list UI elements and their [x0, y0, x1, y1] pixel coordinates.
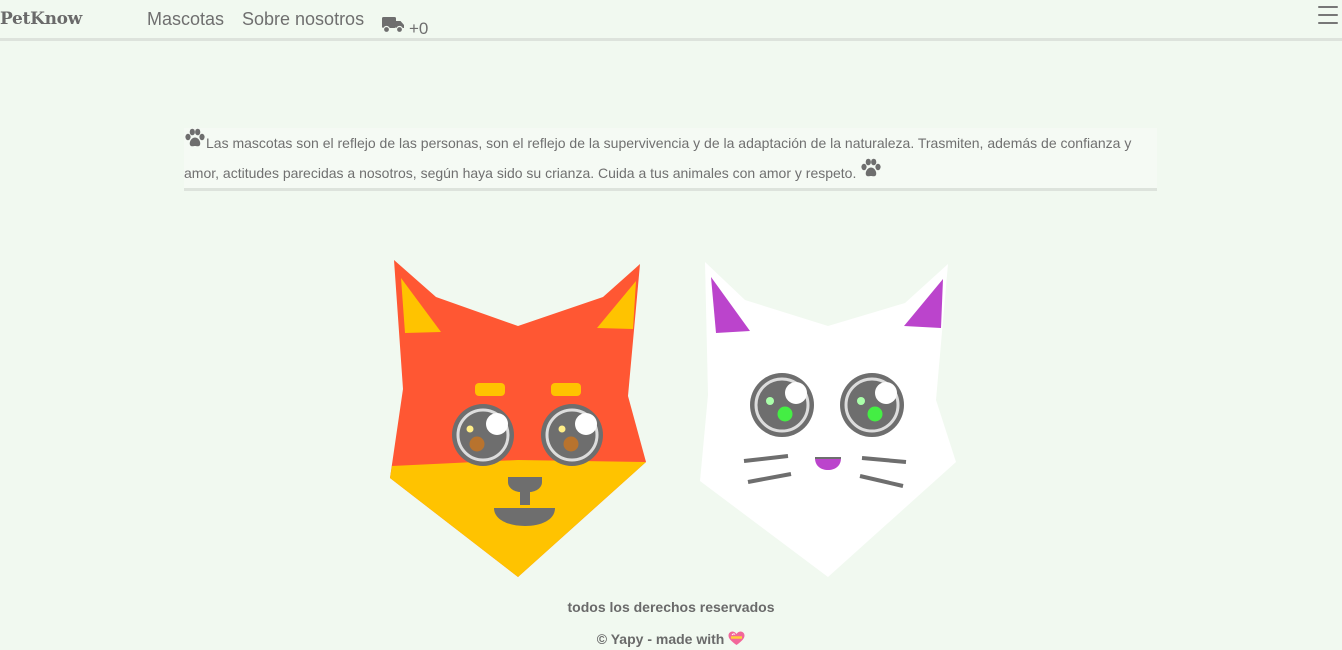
paw-icon: [861, 158, 881, 177]
footer-credit: © Yapy - made with: [0, 631, 1342, 647]
cart-button[interactable]: +0: [382, 13, 428, 38]
navbar: PetKnow Mascotas Sobre nosotros +0: [0, 0, 1342, 41]
orange-cat: [390, 260, 646, 577]
heart-icon: [728, 631, 745, 645]
nav-link-mascotas[interactable]: Mascotas: [147, 9, 224, 30]
footer-rights: todos los derechos reservados: [567, 599, 775, 615]
white-cat: [700, 262, 956, 577]
brand-logo[interactable]: PetKnow: [0, 9, 82, 29]
quote-text: Las mascotas son el reflejo de las perso…: [184, 135, 1132, 181]
truck-icon: [382, 17, 404, 33]
cart-count: +0: [409, 19, 429, 38]
quote-box: Las mascotas son el reflejo de las perso…: [184, 128, 1157, 191]
cats-illustration: [390, 260, 956, 577]
footer-credit-text: © Yapy - made with: [596, 631, 725, 647]
paw-icon: [185, 128, 205, 147]
hamburger-menu-icon[interactable]: [1318, 6, 1338, 30]
nav-link-sobre-nosotros[interactable]: Sobre nosotros: [242, 9, 364, 30]
